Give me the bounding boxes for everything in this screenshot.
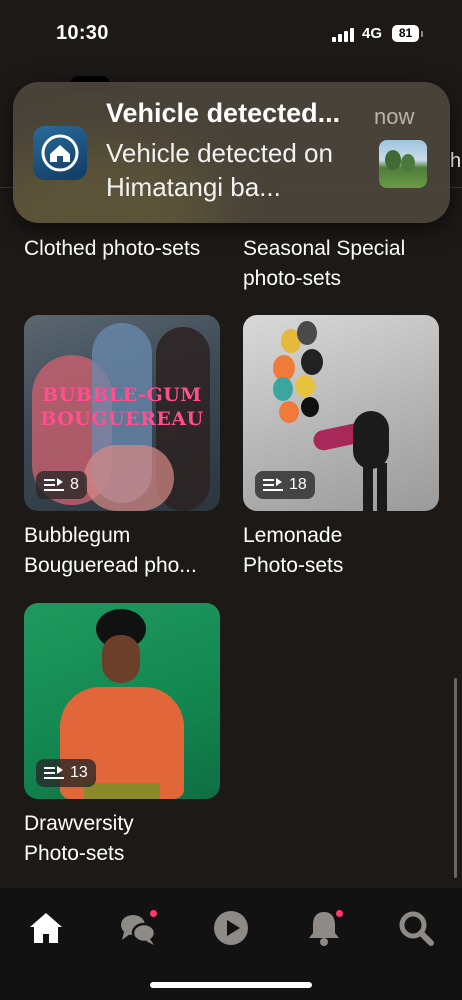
playlist-icon	[44, 766, 64, 779]
figure-shape	[353, 411, 389, 469]
figure-shape	[84, 445, 174, 511]
balloon	[279, 401, 299, 423]
photo-count-badge: 8	[36, 471, 87, 499]
messages-badge	[150, 910, 157, 917]
section-title-text: Seasonal Special photo-sets	[243, 237, 406, 290]
playlist-icon	[263, 478, 283, 491]
photo-count-badge: 18	[255, 471, 315, 499]
playlist-icon	[44, 478, 64, 491]
balloon	[295, 375, 315, 397]
card-title-line: Bubblegum	[24, 524, 131, 547]
search-icon	[399, 911, 434, 946]
thumbnail-overlay-title: BUBBLE-GUM BOUGUEREAU	[40, 384, 204, 430]
home-icon	[30, 913, 62, 943]
card-title-lemonade[interactable]: Lemonade Photo-sets	[243, 521, 443, 581]
tab-home[interactable]	[24, 906, 68, 950]
play-icon	[214, 911, 248, 945]
figure-shape	[377, 463, 387, 511]
battery-icon: 81	[392, 25, 419, 42]
balloon	[297, 321, 317, 345]
status-time: 10:30	[56, 22, 109, 44]
notification-body: Vehicle detected on Himatangi ba...	[106, 138, 333, 202]
card-title-line: Bougueread pho...	[24, 554, 197, 577]
photo-count: 8	[70, 476, 79, 493]
header-tab-peek[interactable]: h	[450, 150, 461, 173]
section-title-seasonal[interactable]: Seasonal Special photo-sets	[243, 234, 443, 294]
notification-thumbnail	[379, 140, 427, 188]
notification-banner[interactable]: Vehicle detected... Vehicle detected on …	[13, 82, 450, 223]
home-app-icon	[33, 126, 87, 180]
card-title-line: Photo-sets	[24, 842, 125, 865]
tab-videos[interactable]	[209, 906, 253, 950]
balloon	[301, 349, 323, 375]
figure-shape	[102, 635, 140, 683]
card-title-line: Drawversity	[24, 812, 134, 835]
section-title-text: Clothed photo-sets	[24, 237, 201, 260]
photo-count: 18	[289, 476, 307, 493]
section-title-clothed[interactable]: Clothed photo-sets	[24, 234, 224, 264]
balloon	[301, 397, 319, 417]
figure-shape	[84, 783, 160, 799]
notifications-badge	[336, 910, 343, 917]
status-bar: 10:30 4G 81	[0, 0, 462, 70]
card-title-line: Photo-sets	[243, 554, 344, 577]
notification-title: Vehicle detected...	[106, 98, 341, 128]
balloon	[273, 377, 293, 401]
notification-time: now	[374, 104, 415, 129]
card-title-line: Lemonade	[243, 524, 343, 547]
card-title-drawversity[interactable]: Drawversity Photo-sets	[24, 809, 224, 869]
cellular-signal-icon	[332, 28, 356, 42]
tab-search[interactable]	[394, 906, 438, 950]
card-thumbnail-drawversity[interactable]: 13	[24, 603, 220, 799]
tab-notifications[interactable]	[302, 906, 346, 950]
battery-tip	[421, 31, 423, 37]
network-type: 4G	[362, 25, 383, 42]
photo-count: 13	[70, 764, 88, 781]
card-thumbnail-lemonade[interactable]: 18	[243, 315, 439, 511]
home-indicator[interactable]	[150, 982, 312, 988]
card-thumbnail-bubblegum[interactable]: BUBBLE-GUM BOUGUEREAU 8	[24, 315, 220, 511]
figure-shape	[363, 463, 373, 511]
tab-messages[interactable]	[116, 906, 160, 950]
card-title-bubblegum[interactable]: Bubblegum Bougueread pho...	[24, 521, 224, 581]
photo-count-badge: 13	[36, 759, 96, 787]
scroll-indicator[interactable]	[454, 678, 457, 878]
